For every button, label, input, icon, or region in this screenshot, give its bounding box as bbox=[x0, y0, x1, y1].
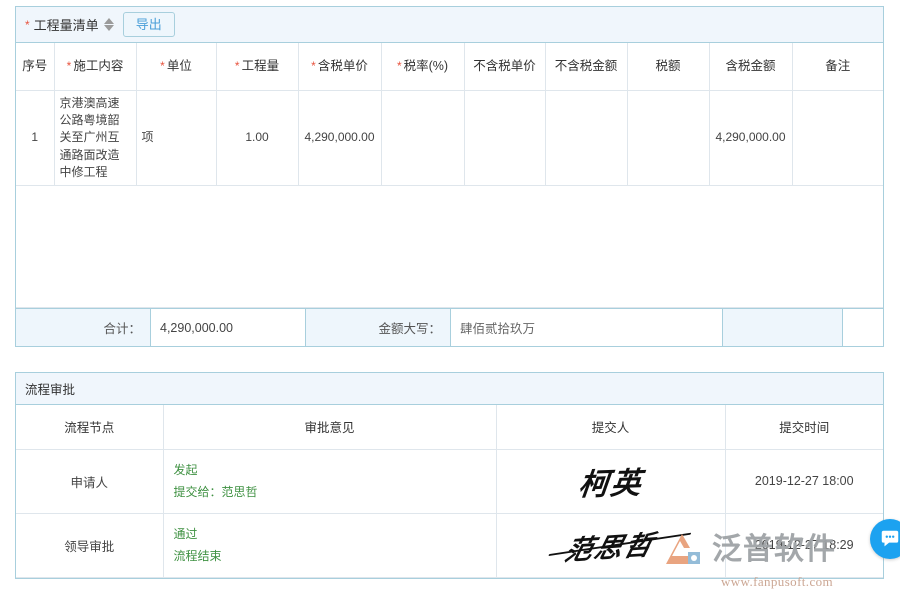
required-marker-icon: * bbox=[67, 59, 72, 73]
bill-summary-row: 合计： 4,290,000.00 金额大写： 肆佰贰拾玖万 bbox=[16, 308, 883, 346]
cell-amount-with-tax[interactable]: 4,290,000.00 bbox=[709, 90, 792, 186]
cell-content[interactable]: 京港澳高速公路粤境韶关至广州互通路面改造中修工程 bbox=[54, 90, 136, 186]
column-header-amount-without-tax[interactable]: 不含税金额 bbox=[545, 43, 627, 90]
required-marker-icon: * bbox=[160, 59, 165, 73]
approval-time: 2019-12-27 18:29 bbox=[725, 513, 883, 577]
cell-unit[interactable]: 项 bbox=[136, 90, 216, 186]
bill-panel-title: * 工程量清单 bbox=[25, 15, 115, 34]
approval-opinion-line-1: 通过 bbox=[174, 523, 486, 545]
cell-price-without-tax[interactable] bbox=[464, 90, 545, 186]
bill-panel-title-text: 工程量清单 bbox=[34, 15, 99, 34]
approval-opinion-line-2: 提交给：范思哲 bbox=[174, 481, 486, 503]
approval-opinion: 通过 流程结束 bbox=[163, 513, 496, 577]
required-marker-icon: * bbox=[235, 59, 240, 73]
summary-blank-cell-2 bbox=[843, 309, 883, 346]
cell-remark[interactable] bbox=[792, 90, 883, 186]
column-header-tax-amount[interactable]: 税额 bbox=[627, 43, 709, 90]
required-marker-icon: * bbox=[311, 59, 316, 73]
table-empty-area bbox=[16, 186, 883, 308]
approval-node: 领导审批 bbox=[16, 513, 163, 577]
bill-table-header-row: 序号 *施工内容 *单位 *工程量 *含税单价 *税率(%) 不含税单价 不含税… bbox=[16, 43, 883, 90]
approval-column-node: 流程节点 bbox=[16, 405, 163, 449]
cell-amount-without-tax[interactable] bbox=[545, 90, 627, 186]
column-header-unit[interactable]: *单位 bbox=[136, 43, 216, 90]
approval-time: 2019-12-27 18:00 bbox=[725, 449, 883, 513]
approval-flow-panel: 流程审批 流程节点 审批意见 提交人 提交时间 申请人 发起 提交给：范思哲 bbox=[15, 372, 884, 579]
approval-node: 申请人 bbox=[16, 449, 163, 513]
column-header-tax-rate[interactable]: *税率(%) bbox=[381, 43, 464, 90]
required-marker-icon: * bbox=[397, 59, 402, 73]
table-empty-cell bbox=[16, 186, 883, 308]
approval-opinion-line-2: 流程结束 bbox=[174, 545, 486, 567]
column-header-price-with-tax[interactable]: *含税单价 bbox=[298, 43, 381, 90]
approval-panel-title: 流程审批 bbox=[16, 373, 883, 405]
approval-header-row: 流程节点 审批意见 提交人 提交时间 bbox=[16, 405, 883, 449]
approval-column-opinion: 审批意见 bbox=[163, 405, 496, 449]
approval-signature: 范思哲 bbox=[496, 513, 725, 577]
column-header-content[interactable]: *施工内容 bbox=[54, 43, 136, 90]
export-button[interactable]: 导出 bbox=[123, 12, 175, 38]
cell-seq: 1 bbox=[16, 90, 54, 186]
column-header-price-without-tax[interactable]: 不含税单价 bbox=[464, 43, 545, 90]
approval-row: 申请人 发起 提交给：范思哲 柯英 2019-12-27 18:00 bbox=[16, 449, 883, 513]
quantity-bill-panel: * 工程量清单 导出 序号 *施工内容 *单位 *工程量 *含税单价 *税率(%… bbox=[15, 6, 884, 347]
total-label: 合计： bbox=[16, 309, 151, 346]
approval-flow-table: 流程节点 审批意见 提交人 提交时间 申请人 发起 提交给：范思哲 柯英 201… bbox=[16, 405, 883, 578]
column-header-seq[interactable]: 序号 bbox=[16, 43, 54, 90]
quantity-bill-table: 序号 *施工内容 *单位 *工程量 *含税单价 *税率(%) 不含税单价 不含税… bbox=[16, 43, 883, 308]
approval-column-submitter: 提交人 bbox=[496, 405, 725, 449]
handwritten-signature-icon: 柯英 bbox=[576, 458, 645, 504]
approval-signature: 柯英 bbox=[496, 449, 725, 513]
up-down-spinner-icon[interactable] bbox=[104, 17, 115, 33]
column-header-quantity[interactable]: *工程量 bbox=[216, 43, 298, 90]
cell-quantity[interactable]: 1.00 bbox=[216, 90, 298, 186]
required-marker-icon: * bbox=[25, 19, 30, 31]
handwritten-signature-icon: 范思哲 bbox=[561, 523, 660, 568]
uppercase-amount-label: 金额大写： bbox=[306, 309, 451, 346]
approval-opinion: 发起 提交给：范思哲 bbox=[163, 449, 496, 513]
summary-blank-cell-1 bbox=[723, 309, 843, 346]
column-header-amount-with-tax[interactable]: 含税金额 bbox=[709, 43, 792, 90]
approval-opinion-line-1: 发起 bbox=[174, 459, 486, 481]
chat-bubble-icon bbox=[879, 528, 900, 550]
cell-price-with-tax[interactable]: 4,290,000.00 bbox=[298, 90, 381, 186]
uppercase-amount-value[interactable]: 肆佰贰拾玖万 bbox=[451, 309, 723, 346]
table-row[interactable]: 1 京港澳高速公路粤境韶关至广州互通路面改造中修工程 项 1.00 4,290,… bbox=[16, 90, 883, 186]
column-header-remark[interactable]: 备注 bbox=[792, 43, 883, 90]
cell-tax-rate[interactable] bbox=[381, 90, 464, 186]
approval-row: 领导审批 通过 流程结束 范思哲 2019-12-27 18:29 bbox=[16, 513, 883, 577]
cell-tax-amount[interactable] bbox=[627, 90, 709, 186]
approval-column-time: 提交时间 bbox=[725, 405, 883, 449]
bill-panel-toolbar: * 工程量清单 导出 bbox=[16, 7, 883, 43]
total-value[interactable]: 4,290,000.00 bbox=[151, 309, 306, 346]
